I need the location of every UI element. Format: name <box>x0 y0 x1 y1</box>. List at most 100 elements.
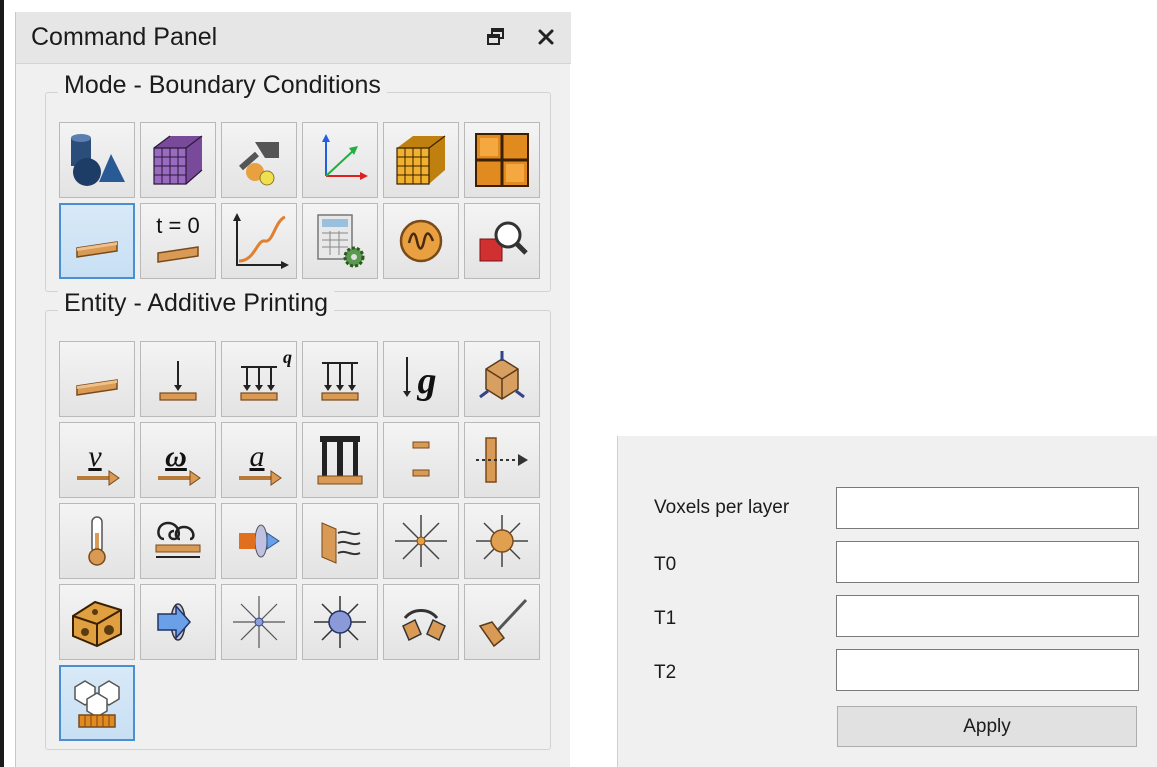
inspect-zoom-button[interactable] <box>464 203 540 279</box>
t2-input[interactable] <box>836 649 1139 691</box>
svg-text:ω: ω <box>165 440 187 473</box>
hinge-joint-button[interactable] <box>383 584 459 660</box>
heat-flux-button[interactable]: q <box>221 341 297 417</box>
radiation-surface-button[interactable] <box>302 503 378 579</box>
close-icon[interactable] <box>531 22 561 52</box>
point-emitter-icon <box>233 596 285 648</box>
pillar-frame-icon <box>317 436 363 485</box>
voxels-per-layer-label: Voxels per layer <box>654 497 790 518</box>
grid-block-button[interactable] <box>464 122 540 198</box>
point-source-button[interactable] <box>383 503 459 579</box>
force-icon <box>159 361 197 401</box>
command-panel: Command Panel Mode - Boundary Conditions… <box>15 12 571 767</box>
angular-velocity-icon: ω <box>158 440 201 486</box>
heat-flow-icon <box>239 524 280 558</box>
entity-group: Entity - Additive Printing q g v ω a <box>45 289 551 750</box>
apply-button[interactable]: Apply <box>837 706 1137 747</box>
coordinate-systems-icon <box>322 134 368 180</box>
mesh-grid-button[interactable] <box>383 122 459 198</box>
gap-contact-button[interactable] <box>383 422 459 498</box>
panel-titlebar: Command Panel <box>16 12 571 64</box>
initial-conditions-icon: t = 0 <box>156 213 200 263</box>
boundary-conditions-icon <box>76 241 118 258</box>
acceleration-icon: a <box>239 440 282 486</box>
node-constraint-button[interactable] <box>464 341 540 417</box>
calculator-settings-button[interactable] <box>302 203 378 279</box>
functions-curve-icon <box>233 213 289 269</box>
mode-tool-grid: t = 0 <box>59 122 540 279</box>
svg-text:v: v <box>88 440 102 473</box>
temperature-icon <box>88 516 106 566</box>
calculator-settings-icon <box>317 214 365 268</box>
velocity-button[interactable]: v <box>59 422 135 498</box>
brush-tool-icon <box>478 598 528 648</box>
gravity-button[interactable]: g <box>383 341 459 417</box>
t0-input[interactable] <box>836 541 1139 583</box>
convection-icon <box>155 521 201 558</box>
svg-text:t = 0: t = 0 <box>156 213 199 238</box>
temperature-button[interactable] <box>59 503 135 579</box>
t2-label: T2 <box>654 662 677 683</box>
sphere-source-icon <box>476 515 528 567</box>
materials-mode-button[interactable] <box>221 122 297 198</box>
angular-velocity-button[interactable]: ω <box>140 422 216 498</box>
functions-curve-button[interactable] <box>221 203 297 279</box>
svg-text:g: g <box>417 360 437 402</box>
surface-plate-button[interactable] <box>59 341 135 417</box>
mode-group: Mode - Boundary Conditions t = 0 <box>45 71 551 292</box>
node-constraint-icon <box>479 351 525 400</box>
displacement-arrow-button[interactable] <box>464 422 540 498</box>
pillar-frame-button[interactable] <box>302 422 378 498</box>
t0-label: T0 <box>654 554 677 575</box>
t1-label: T1 <box>654 608 677 629</box>
cheese-block-icon <box>72 600 122 648</box>
sphere-source-button[interactable] <box>464 503 540 579</box>
additive-printing-icon <box>74 680 120 728</box>
flow-through-icon <box>157 603 191 641</box>
cheese-block-button[interactable] <box>59 584 135 660</box>
panel-title: Command Panel <box>31 23 218 51</box>
point-emitter-button[interactable] <box>221 584 297 660</box>
geometry-mode-button[interactable] <box>59 122 135 198</box>
heat-flux-icon: q <box>240 347 292 401</box>
point-source-icon <box>395 515 447 567</box>
convection-button[interactable] <box>140 503 216 579</box>
mesh-grid-icon <box>396 135 446 185</box>
properties-form: Voxels per layer T0 T1 T2 Apply <box>617 436 1157 767</box>
svg-text:a: a <box>250 440 265 473</box>
signal-wave-icon <box>399 219 443 263</box>
mode-group-title: Mode - Boundary Conditions <box>58 71 387 100</box>
geometry-mode-icon <box>71 134 125 186</box>
float-window-icon[interactable] <box>481 22 511 52</box>
voxels-per-layer-input[interactable] <box>836 487 1139 529</box>
flow-through-button[interactable] <box>140 584 216 660</box>
acceleration-button[interactable]: a <box>221 422 297 498</box>
mesh-mode-button[interactable] <box>140 122 216 198</box>
sphere-emitter-button[interactable] <box>302 584 378 660</box>
gravity-icon: g <box>403 357 437 402</box>
t1-input[interactable] <box>836 595 1139 637</box>
gap-contact-icon <box>412 441 430 477</box>
sphere-emitter-icon <box>314 596 366 648</box>
inspect-zoom-icon <box>479 221 528 262</box>
boundary-conditions-button[interactable] <box>59 203 135 279</box>
entity-group-title: Entity - Additive Printing <box>58 289 335 318</box>
coordinate-systems-button[interactable] <box>302 122 378 198</box>
window-edge <box>0 0 4 767</box>
svg-text:q: q <box>283 347 292 367</box>
radiation-surface-icon <box>321 522 361 564</box>
surface-plate-icon <box>76 379 118 396</box>
pressure-button[interactable] <box>302 341 378 417</box>
heat-flow-button[interactable] <box>221 503 297 579</box>
signal-wave-button[interactable] <box>383 203 459 279</box>
initial-conditions-button[interactable]: t = 0 <box>140 203 216 279</box>
entity-tool-grid: q g v ω a <box>59 341 540 741</box>
force-button[interactable] <box>140 341 216 417</box>
brush-tool-button[interactable] <box>464 584 540 660</box>
mesh-mode-icon <box>153 135 203 185</box>
materials-mode-icon <box>239 142 279 186</box>
grid-block-icon <box>475 133 529 187</box>
additive-printing-button[interactable] <box>59 665 135 741</box>
velocity-icon: v <box>77 440 120 486</box>
displacement-arrow-icon <box>476 437 528 483</box>
